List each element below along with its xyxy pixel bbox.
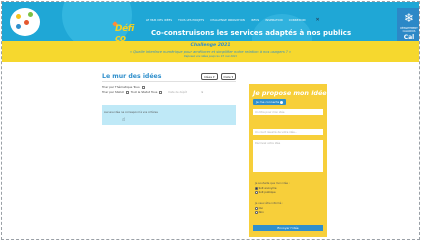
nav-item-challenge[interactable]: Challenge innovation <box>210 19 245 22</box>
submit-idea-button[interactable]: Envoyer l'idée <box>253 225 323 231</box>
department-logo[interactable]: ❄ DÉPARTEMENT CALVADOS Cal <box>397 8 419 41</box>
page-title: Co-construisons les services adaptés à n… <box>151 29 352 37</box>
empty-message: Aucune idée ne correspond à vos critères <box>104 111 158 114</box>
notify-option-yes-label: Oui <box>258 207 263 210</box>
challenge-dates: Déposez vos idées jusqu'au 15 mai 2021 <box>183 55 238 58</box>
radio-icon <box>255 207 258 210</box>
filter-status-row: Trier par Statut Tout le Statut Tous Dat… <box>102 90 203 94</box>
panel-title: Je propose mon idée ! <box>253 89 332 97</box>
challenge-question: « Quelle interface numérique pour amélio… <box>129 49 292 54</box>
notify-option-no[interactable]: Non <box>255 211 264 214</box>
filter-status-select[interactable] <box>125 90 129 94</box>
divider <box>102 80 236 82</box>
close-icon[interactable]: ✕ <box>316 17 320 23</box>
clear-filter-icon[interactable]: × <box>201 90 204 94</box>
radio-icon <box>255 191 258 194</box>
filter-theme-select[interactable] <box>141 85 145 89</box>
ideas-empty-state: Aucune idée ne correspond à vos critères… <box>102 105 236 125</box>
snowflake-icon: ❄ <box>403 11 415 25</box>
site-logo[interactable] <box>6 8 46 38</box>
nav-item-info[interactable]: Infos <box>251 19 259 22</box>
hand-cursor-icon: ☝ <box>122 117 126 123</box>
user-icon <box>280 100 284 104</box>
login-button[interactable]: Je me connecte <box>253 99 287 105</box>
anonymity-option-2-label: Soit publique <box>258 191 276 194</box>
anonymity-option-2[interactable]: Soit publique <box>255 191 276 194</box>
filter-theme-row: Trier par Thématique Tous <box>102 85 145 89</box>
logo-dot <box>24 20 29 25</box>
site-header: Le mur des idées Tous les projets Challe… <box>2 2 419 41</box>
logo-dot <box>28 12 33 17</box>
notify-option-no-label: Non <box>258 211 264 214</box>
idea-summary-placeholder: Un court résumé de votre idée... <box>255 131 298 134</box>
department-word: Cal <box>403 34 415 41</box>
nav-item-wall[interactable]: Le mur des idées <box>146 19 172 22</box>
brand-logo: Défi co <box>112 21 145 41</box>
submit-idea-label: Envoyer l'idée <box>277 226 299 230</box>
logo-dot <box>16 14 21 19</box>
filter-theme-label: Trier par Thématique Tous <box>102 85 140 89</box>
nav-item-login[interactable]: Connexion <box>289 19 306 22</box>
nav-item-inspiration[interactable]: Inspiration <box>265 19 282 22</box>
filter-status-label: Trier par Statut <box>102 90 124 94</box>
anonymity-option-1[interactable]: Soit anonyme <box>255 187 277 190</box>
idea-title-input[interactable]: Un titre pour mon idée <box>253 109 323 115</box>
filter-status-value: Tout le Statut Tous <box>130 90 158 94</box>
idea-description-placeholder: Décrivez votre idée <box>255 142 281 145</box>
idea-description-textarea[interactable]: Décrivez votre idée <box>253 140 323 172</box>
notify-option-yes[interactable]: Oui <box>255 207 263 210</box>
sort-button[interactable]: Date ▾ <box>220 73 237 80</box>
views-button[interactable]: Idées ▾ <box>201 73 218 80</box>
main-nav: Le mur des idées Tous les projets Challe… <box>146 17 320 23</box>
department-caption: DÉPARTEMENT CALVADOS <box>400 27 418 33</box>
sort-button-label: Date <box>223 74 231 79</box>
wall-actions: Idées ▾ Date ▾ <box>201 73 237 80</box>
filter-status-select-2[interactable] <box>159 90 163 94</box>
notify-label: Je veux être informé : <box>255 202 284 205</box>
challenge-title: Challenge 2021 <box>190 43 231 48</box>
filter-date-input[interactable]: Date de dépôt <box>168 91 187 94</box>
idea-summary-input[interactable]: Un court résumé de votre idée... <box>253 129 323 135</box>
logo-dot <box>16 24 21 29</box>
nav-item-projects[interactable]: Tous les projets <box>178 19 204 22</box>
wall-title: Le mur des idées <box>102 73 162 80</box>
challenge-banner: Challenge 2021 « Quelle interface numéri… <box>2 41 419 62</box>
idea-title-placeholder: Un titre pour mon idée <box>255 111 285 114</box>
login-button-label: Je me connecte <box>256 100 280 104</box>
views-button-label: Idées <box>204 74 213 79</box>
radio-icon <box>255 187 258 190</box>
brand-word: Défi co <box>115 24 134 41</box>
radio-icon <box>255 211 258 214</box>
anonymity-label: Je souhaite que mon idée : <box>255 182 290 185</box>
propose-idea-panel: Je propose mon idée ! Je me connecte Un … <box>249 84 332 237</box>
anonymity-option-1-label: Soit anonyme <box>258 187 277 190</box>
